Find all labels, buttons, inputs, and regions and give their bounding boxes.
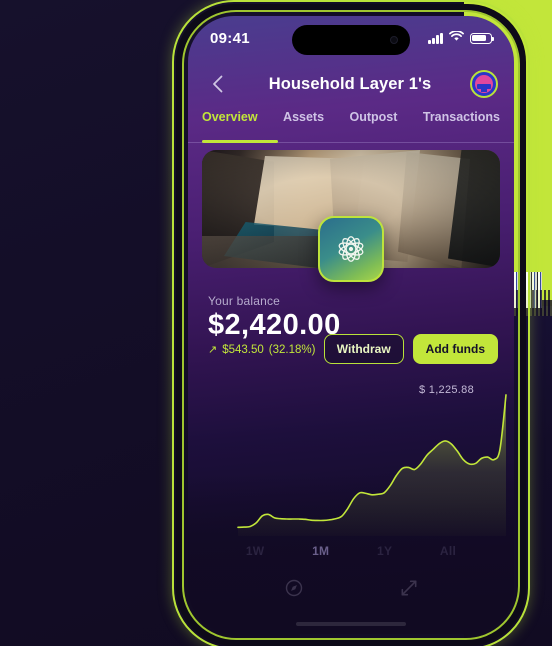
- dynamic-island: [292, 25, 410, 55]
- range-1m[interactable]: 1M: [312, 544, 329, 558]
- tab-outpost[interactable]: Outpost: [350, 110, 398, 131]
- tab-overview[interactable]: Overview: [202, 110, 258, 131]
- front-camera-icon: [390, 36, 398, 44]
- compass-icon[interactable]: [284, 578, 304, 598]
- status-clock: 09:41: [210, 29, 250, 47]
- signal-bars-icon: [428, 32, 443, 44]
- avatar[interactable]: [470, 70, 498, 98]
- status-icon-group: [428, 29, 495, 47]
- tab-transactions[interactable]: Transactions: [423, 110, 500, 131]
- wifi-icon: [449, 29, 464, 47]
- battery-icon: [470, 32, 495, 44]
- flower-logo-icon: [318, 216, 384, 282]
- withdraw-button[interactable]: Withdraw: [323, 334, 404, 364]
- phone-mockup: 09:41 Household Layer 1's Overview Asset…: [172, 0, 530, 646]
- time-range-selector: 1W 1M 1Y All: [188, 544, 514, 558]
- expand-arrows-icon[interactable]: [399, 578, 419, 598]
- chart-value-label: $ 1,225.88: [419, 384, 474, 396]
- tab-bar: Overview Assets Outpost Transactions: [188, 110, 514, 142]
- tab-assets[interactable]: Assets: [283, 110, 324, 131]
- active-tab-indicator: [202, 140, 278, 143]
- balance-change: ↗ $543.50 (32.18%): [208, 344, 341, 356]
- balance-label: Your balance: [208, 294, 281, 308]
- change-value: $543.50: [222, 344, 264, 357]
- change-percent: (32.18%): [268, 344, 316, 357]
- range-1y[interactable]: 1Y: [377, 544, 392, 558]
- range-1w[interactable]: 1W: [246, 544, 265, 558]
- balance-block: Your balance $2,420.00 ↗ $543.50 (32.18%…: [208, 294, 341, 356]
- trend-up-arrow-icon: ↗: [208, 343, 218, 356]
- range-all[interactable]: All: [440, 544, 456, 558]
- phone-screen: 09:41 Household Layer 1's Overview Asset…: [188, 16, 514, 634]
- home-indicator: [296, 622, 406, 626]
- app-navbar: Household Layer 1's: [188, 64, 514, 104]
- chevron-left-icon[interactable]: [204, 71, 230, 97]
- action-button-group: Withdraw Add funds: [323, 334, 498, 364]
- page-title: Household Layer 1's: [268, 74, 432, 93]
- chart-svg: [237, 394, 507, 536]
- balance-amount: $2,420.00: [208, 309, 341, 341]
- add-funds-button[interactable]: Add funds: [412, 334, 498, 364]
- balance-chart[interactable]: $ 1,225.88: [188, 376, 514, 536]
- bottom-nav-bar: [188, 566, 514, 610]
